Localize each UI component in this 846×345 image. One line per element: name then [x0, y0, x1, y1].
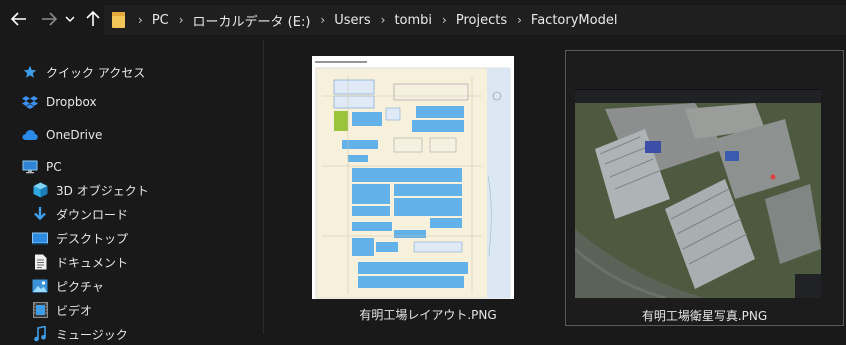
breadcrumb-factorymodel[interactable]: FactoryModel: [531, 13, 618, 28]
file-name: 有明工場衛星写真.PNG: [641, 309, 768, 323]
sidebar-item-downloads[interactable]: ダウンロード: [32, 203, 128, 225]
arrow-left-icon[interactable]: [8, 8, 30, 30]
music-icon: [32, 326, 48, 342]
file-tile-satellite[interactable]: 有明工場衛星写真.PNG: [565, 50, 844, 326]
breadcrumb-separator: ›: [380, 13, 386, 27]
breadcrumb-separator: ›: [138, 13, 143, 27]
breadcrumb-separator: ›: [178, 13, 184, 27]
breadcrumb-users[interactable]: Users: [334, 13, 370, 28]
breadcrumb-separator: ›: [517, 13, 522, 27]
sidebar-item-label: PC: [46, 160, 62, 174]
breadcrumb: › PC › ローカルデータ (E:) › Users › tombi › Pr…: [128, 5, 617, 35]
file-list: 有明工場レイアウト.PNG 有明工場衛星写真.PNG: [264, 40, 846, 334]
sidebar-item-label: Dropbox: [46, 95, 97, 109]
cube-icon: [32, 182, 48, 198]
file-name: 有明工場レイアウト.PNG: [359, 308, 497, 322]
cloud-icon: [22, 127, 38, 143]
address-bar-area: › PC › ローカルデータ (E:) › Users › tombi › Pr…: [0, 0, 846, 40]
sidebar-item-videos[interactable]: ビデオ: [32, 299, 92, 321]
document-icon: [32, 254, 48, 270]
sidebar-item-label: ダウンロード: [56, 207, 129, 222]
sidebar-item-label: ドキュメント: [56, 255, 129, 270]
sidebar-item-quick-access[interactable]: クイック アクセス: [22, 61, 145, 83]
breadcrumb-separator: ›: [320, 13, 326, 27]
breadcrumb-projects[interactable]: Projects: [456, 13, 507, 28]
arrow-up-icon[interactable]: [82, 8, 104, 30]
breadcrumb-tombi[interactable]: tombi: [394, 13, 432, 28]
sidebar-item-3d-objects[interactable]: 3D オブジェクト: [32, 179, 149, 201]
sidebar-item-label: デスクトップ: [56, 231, 129, 246]
sidebar-item-documents[interactable]: ドキュメント: [32, 251, 128, 273]
satellite-thumbnail: [574, 88, 821, 300]
dropbox-icon: [22, 94, 38, 110]
download-icon: [32, 206, 48, 222]
sidebar-item-label: 3D オブジェクト: [56, 183, 149, 198]
chevron-down-icon[interactable]: [62, 8, 78, 30]
address-box[interactable]: › PC › ローカルデータ (E:) › Users › tombi › Pr…: [104, 5, 846, 35]
breadcrumb-drive[interactable]: ローカルデータ (E:): [193, 11, 311, 30]
desktop-icon: [32, 230, 48, 246]
file-tile-layout[interactable]: 有明工場レイアウト.PNG: [296, 50, 560, 328]
picture-icon: [32, 278, 48, 294]
star-icon: [22, 64, 38, 80]
sidebar-item-dropbox[interactable]: Dropbox: [22, 91, 97, 113]
sidebar-item-onedrive[interactable]: OneDrive: [22, 124, 102, 146]
sidebar-item-pc[interactable]: PC: [22, 156, 62, 178]
sidebar-item-label: ミュージック: [56, 327, 128, 342]
layout-thumbnail: [312, 56, 514, 299]
sidebar-item-pictures[interactable]: ピクチャ: [32, 275, 104, 297]
sidebar-item-label: ピクチャ: [56, 279, 104, 294]
breadcrumb-separator: ›: [442, 13, 447, 27]
sidebar-item-label: ビデオ: [56, 303, 93, 318]
sidebar-item-desktop[interactable]: デスクトップ: [32, 227, 128, 249]
sidebar-item-music[interactable]: ミュージック: [32, 323, 128, 345]
pc-icon: [22, 159, 38, 175]
folder-icon: [112, 12, 125, 28]
sidebar-item-label: OneDrive: [46, 128, 103, 142]
navigation-pane: クイック アクセス Dropbox OneDrive PC 3D オブジェクト …: [0, 40, 263, 342]
arrow-right-icon[interactable]: [38, 8, 60, 30]
breadcrumb-pc[interactable]: PC: [152, 13, 169, 28]
sidebar-item-label: クイック アクセス: [46, 65, 146, 80]
video-icon: [32, 302, 48, 318]
